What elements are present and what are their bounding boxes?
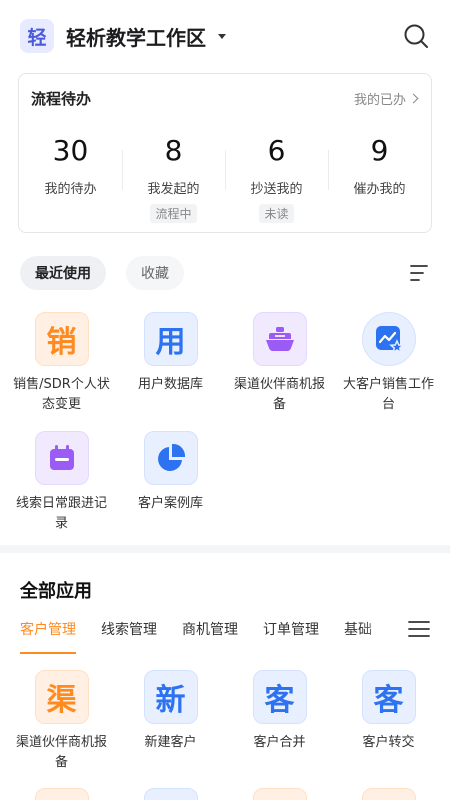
app-icon-peek: [361, 788, 416, 800]
app-label: 客户案例库: [137, 496, 203, 511]
app-tile[interactable]: 客 客户合并: [225, 670, 334, 773]
header: 轻 轻析教学工作区: [20, 18, 430, 54]
app-label: 渠道伙伴商机报备: [15, 735, 107, 770]
stat-label: 抄送我的: [250, 182, 303, 197]
app-label: 客户合并: [253, 735, 306, 750]
stat-initiated[interactable]: 8 我发起的 流程中: [122, 132, 225, 223]
app-label: 用户数据库: [137, 377, 203, 392]
app-icon-peek: [143, 788, 198, 800]
category-tabs: 客户管理 线索管理 商机管理 订单管理 基础: [20, 620, 400, 654]
pie-chart-icon: [143, 431, 198, 485]
app-label: 销售/SDR个人状态变更: [13, 377, 110, 412]
app-tile[interactable]: 新 新建客户: [116, 670, 225, 773]
stat-label: 我发起的: [147, 182, 200, 197]
text-icon: 客: [252, 670, 307, 724]
app-icon-peek: [252, 788, 307, 800]
chart-star-icon: [361, 312, 416, 366]
flow-card-title: 流程待办: [31, 90, 92, 108]
my-done-link[interactable]: 我的已办: [353, 89, 419, 108]
app-label: 大客户销售工作台: [342, 377, 434, 412]
stat-value: 6: [267, 134, 286, 167]
stat-label: 我的待办: [44, 182, 97, 197]
next-row-peek: [0, 788, 450, 800]
app-label: 客户转交: [362, 735, 415, 750]
tab-lead-management[interactable]: 线索管理: [101, 620, 157, 654]
workspace-title[interactable]: 轻析教学工作区: [66, 22, 206, 51]
app-tile[interactable]: 用 用户数据库: [116, 312, 225, 415]
flow-stats: 30 我的待办 8 我发起的 流程中 6 抄送我的 未读 9 催办我的: [19, 132, 431, 223]
workspace-logo: 轻: [20, 19, 54, 53]
sort-icon[interactable]: [410, 264, 428, 282]
my-done-link-label: 我的已办: [353, 93, 406, 108]
app-label: 新建客户: [144, 735, 197, 750]
text-icon: 渠: [34, 670, 89, 724]
stat-value: 8: [164, 134, 183, 167]
app-icon-peek: [34, 788, 89, 800]
stat-my-todo[interactable]: 30 我的待办: [19, 132, 122, 223]
flow-todo-card: 流程待办 我的已办 30 我的待办 8 我发起的 流程中 6 抄送我的 未读 9…: [18, 73, 432, 233]
app-tile[interactable]: 渠 渠道伙伴商机报备: [7, 670, 116, 773]
chevron-right-icon: [408, 93, 419, 104]
tab-customer-management[interactable]: 客户管理: [20, 620, 76, 654]
text-icon: 销: [34, 312, 89, 366]
text-icon: 客: [361, 670, 416, 724]
tab-fade: [360, 616, 400, 646]
app-label: 渠道伙伴商机报备: [233, 377, 325, 412]
app-tile[interactable]: 客户案例库: [116, 431, 225, 534]
all-apps-grid: 渠 渠道伙伴商机报备 新 新建客户 客 客户合并 客 客户转交: [0, 670, 450, 773]
search-icon[interactable]: [402, 22, 430, 50]
text-icon: 新: [143, 670, 198, 724]
tab-favorites[interactable]: 收藏: [126, 256, 184, 290]
menu-icon[interactable]: [408, 619, 430, 639]
status-badge: 未读: [259, 204, 294, 223]
stat-cc-me[interactable]: 6 抄送我的 未读: [225, 132, 328, 223]
tab-opportunity-management[interactable]: 商机管理: [182, 620, 238, 654]
ship-icon: [252, 312, 307, 366]
calendar-icon: [34, 431, 89, 485]
app-tile[interactable]: 客 客户转交: [334, 670, 443, 773]
app-tile[interactable]: 线索日常跟进记录: [7, 431, 116, 534]
stat-urged[interactable]: 9 催办我的: [328, 132, 431, 223]
stat-label: 催办我的: [353, 182, 406, 197]
app-tile[interactable]: 渠道伙伴商机报备: [225, 312, 334, 415]
app-tile[interactable]: 销 销售/SDR个人状态变更: [7, 312, 116, 415]
stat-value: 30: [52, 134, 89, 167]
tab-order-management[interactable]: 订单管理: [263, 620, 319, 654]
stat-value: 9: [370, 134, 389, 167]
tab-recent[interactable]: 最近使用: [20, 256, 106, 290]
chevron-down-icon[interactable]: [218, 33, 226, 39]
section-divider: [0, 545, 450, 553]
recent-tabs: 最近使用 收藏: [20, 256, 184, 290]
app-label: 线索日常跟进记录: [15, 496, 107, 531]
status-badge: 流程中: [150, 204, 197, 223]
app-tile[interactable]: 大客户销售工作台: [334, 312, 443, 415]
recent-apps-grid: 销 销售/SDR个人状态变更 用 用户数据库 渠道伙伴商机报备 大客户销售工作台: [0, 312, 450, 534]
all-apps-title: 全部应用: [20, 581, 92, 602]
text-icon: 用: [143, 312, 198, 366]
